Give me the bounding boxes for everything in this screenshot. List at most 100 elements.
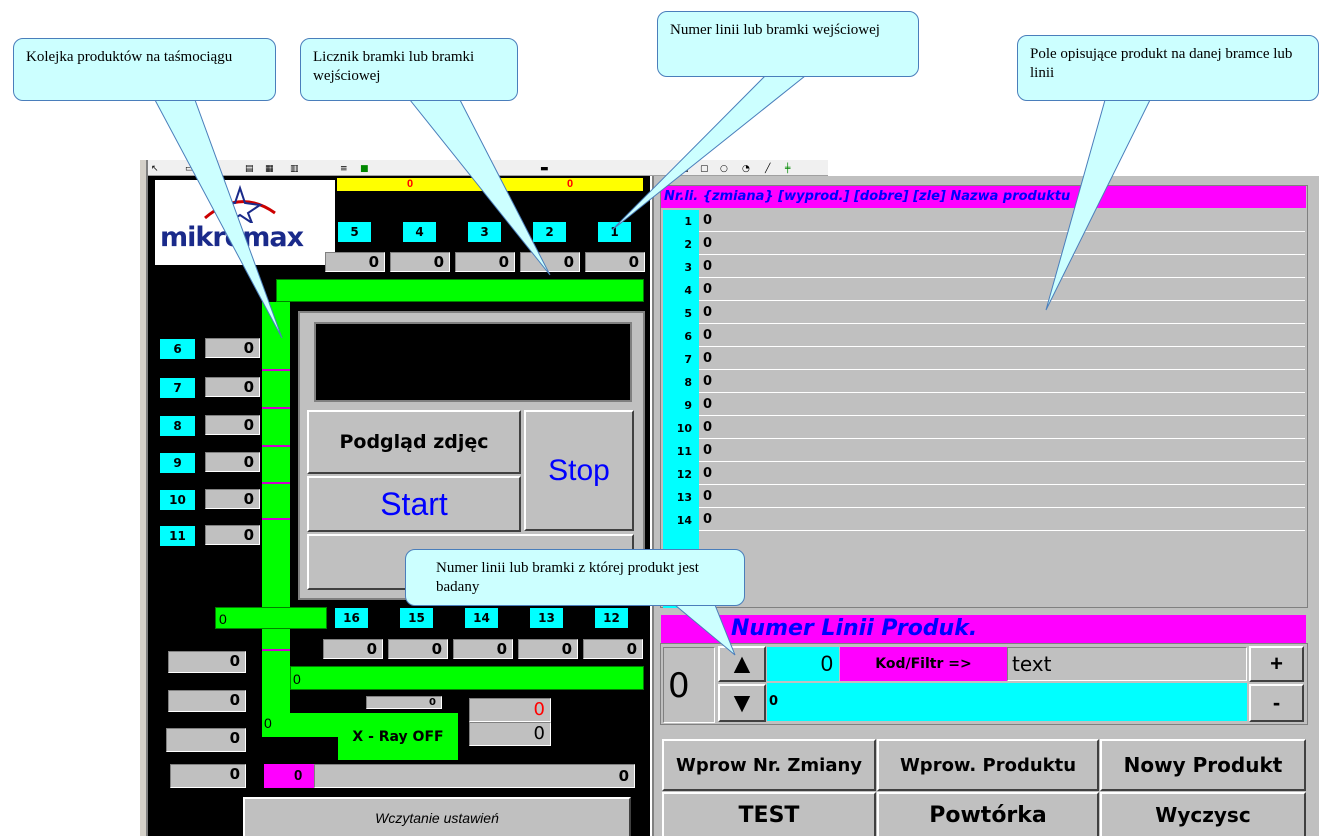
- edit-icon[interactable]: ▬: [540, 164, 549, 176]
- roundrect-icon[interactable]: ▢: [700, 164, 709, 176]
- row-value: 0: [699, 210, 1305, 232]
- table-icon[interactable]: ▦: [265, 164, 274, 176]
- gate-15: 15: [400, 608, 433, 628]
- table-header: Nr.li. {zmiana} [wyprod.] [dobre] [zle] …: [661, 186, 1306, 208]
- gate-1-counter: 0: [585, 252, 645, 272]
- line-spin-value: 0: [767, 647, 839, 681]
- logo-star-icon: [204, 184, 276, 223]
- logo-text: mikromax: [160, 222, 304, 253]
- table-row[interactable]: 60: [663, 325, 1305, 348]
- list-icon[interactable]: ≡: [340, 164, 348, 176]
- left-window-border: [140, 160, 148, 836]
- arc-icon[interactable]: ◔: [742, 164, 750, 176]
- gate-12: 12: [595, 608, 628, 628]
- gate-12-counter: 0: [583, 639, 643, 659]
- table-row[interactable]: 70: [663, 348, 1305, 371]
- conveyor-tick: [262, 518, 290, 520]
- row-number: 14: [663, 509, 699, 532]
- line-icon[interactable]: ╱: [765, 164, 770, 176]
- wprow-produktu-button[interactable]: Wprow. Produktu: [877, 739, 1099, 791]
- gate-15-counter: 0: [388, 639, 448, 659]
- rect-icon[interactable]: □: [680, 164, 689, 176]
- gate-13: 13: [530, 608, 563, 628]
- conveyor-tick: [262, 482, 290, 484]
- row-number: 9: [663, 394, 699, 417]
- gate-4-counter: 0: [390, 252, 450, 272]
- arrow-down-button[interactable]: ▼: [718, 684, 766, 722]
- line-big-value: 0: [663, 647, 715, 723]
- xray-red-counter: 0: [469, 698, 551, 722]
- bulb-icon[interactable]: ●: [480, 164, 488, 176]
- table-row[interactable]: 90: [663, 394, 1305, 417]
- xray-small-counter: 0: [366, 696, 442, 709]
- table-row[interactable]: 14 0: [663, 509, 1305, 532]
- row-value: 0: [699, 325, 1305, 347]
- gate-5-counter: 0: [325, 252, 385, 272]
- powtorka-button[interactable]: Powtórka: [877, 792, 1099, 836]
- pointer-icon[interactable]: ↖: [151, 164, 159, 176]
- kod-filtr-input[interactable]: text: [1007, 647, 1247, 681]
- table-row[interactable]: 30: [663, 256, 1305, 279]
- kod-filtr-label: Kod/Filtr =>: [840, 647, 1007, 681]
- table-row[interactable]: 80: [663, 371, 1305, 394]
- chart-icon[interactable]: ▤: [245, 164, 254, 176]
- belt-lower: 0: [290, 666, 644, 690]
- belt-bottom: 0: [215, 607, 327, 629]
- row-number: 5: [663, 302, 699, 325]
- gate-10-counter: 0: [205, 489, 260, 509]
- callout-counter: Licznik bramki lub bramki wejściowej: [300, 38, 518, 101]
- nowy-produkt-button[interactable]: Nowy Produkt: [1100, 739, 1306, 791]
- gate-16-counter: 0: [323, 639, 383, 659]
- table-row[interactable]: 10: [663, 210, 1305, 233]
- conveyor-top: [276, 279, 644, 302]
- image-preview-screen: [314, 322, 632, 402]
- wczytanie-button[interactable]: Wczytanie ustawień: [243, 797, 631, 836]
- row-value: 0: [699, 486, 1305, 508]
- table-row[interactable]: 10 0: [663, 417, 1305, 440]
- arrow-up-button[interactable]: ▲: [718, 646, 766, 682]
- row-value: 0: [699, 394, 1305, 416]
- row-value: 0: [699, 348, 1305, 370]
- circle-icon[interactable]: ○: [720, 164, 728, 176]
- gate-7-counter: 0: [205, 377, 260, 397]
- table-row[interactable]: 40: [663, 279, 1305, 302]
- gate-1: 1: [598, 222, 631, 242]
- conveyor-vertical: [262, 302, 290, 728]
- left-counter-4: 0: [170, 764, 246, 788]
- start-button[interactable]: Start: [307, 476, 521, 532]
- table-row[interactable]: 12 0: [663, 463, 1305, 486]
- grid-icon[interactable]: ▥: [290, 164, 299, 176]
- row-value: 0: [699, 440, 1305, 462]
- image-icon[interactable]: ■: [360, 164, 369, 176]
- gate-2-counter: 0: [520, 252, 580, 272]
- row-number: 13: [663, 486, 699, 509]
- gate-14-counter: 0: [453, 639, 513, 659]
- gate-3: 3: [468, 222, 501, 242]
- callout-queue: Kolejka produktów na taśmociągu: [13, 38, 276, 101]
- stop-button[interactable]: Stop: [524, 410, 634, 531]
- table-row[interactable]: 11 0: [663, 440, 1305, 463]
- belt-xray: 0: [262, 713, 342, 737]
- conveyor-tick: [262, 407, 290, 409]
- gate-6: 6: [160, 339, 195, 359]
- bottom-bar-left: 0: [264, 764, 314, 788]
- gate-8: 8: [160, 416, 195, 436]
- minus-button[interactable]: -: [1249, 684, 1304, 722]
- connector-icon[interactable]: ╪: [785, 164, 790, 176]
- xray-toggle-button[interactable]: X - Ray OFF: [338, 713, 458, 760]
- gate-3-counter: 0: [455, 252, 515, 272]
- gate-11-counter: 0: [205, 525, 260, 545]
- wprow-zmiany-button[interactable]: Wprow Nr. Zmiany: [662, 739, 876, 791]
- row-number: 8: [663, 371, 699, 394]
- table-row[interactable]: 20: [663, 233, 1305, 256]
- wyczysc-button[interactable]: Wyczysc: [1100, 792, 1306, 836]
- row-value: 0: [699, 279, 1305, 301]
- podglad-button[interactable]: Podgląd zdjęc: [307, 410, 521, 474]
- row-number: 12: [663, 463, 699, 486]
- table-row[interactable]: 50: [663, 302, 1305, 325]
- frame-icon[interactable]: ▭: [185, 164, 194, 176]
- test-button[interactable]: TEST: [662, 792, 876, 836]
- plus-button[interactable]: +: [1249, 646, 1304, 682]
- row-value: 0: [699, 302, 1305, 324]
- table-row[interactable]: 13 0: [663, 486, 1305, 509]
